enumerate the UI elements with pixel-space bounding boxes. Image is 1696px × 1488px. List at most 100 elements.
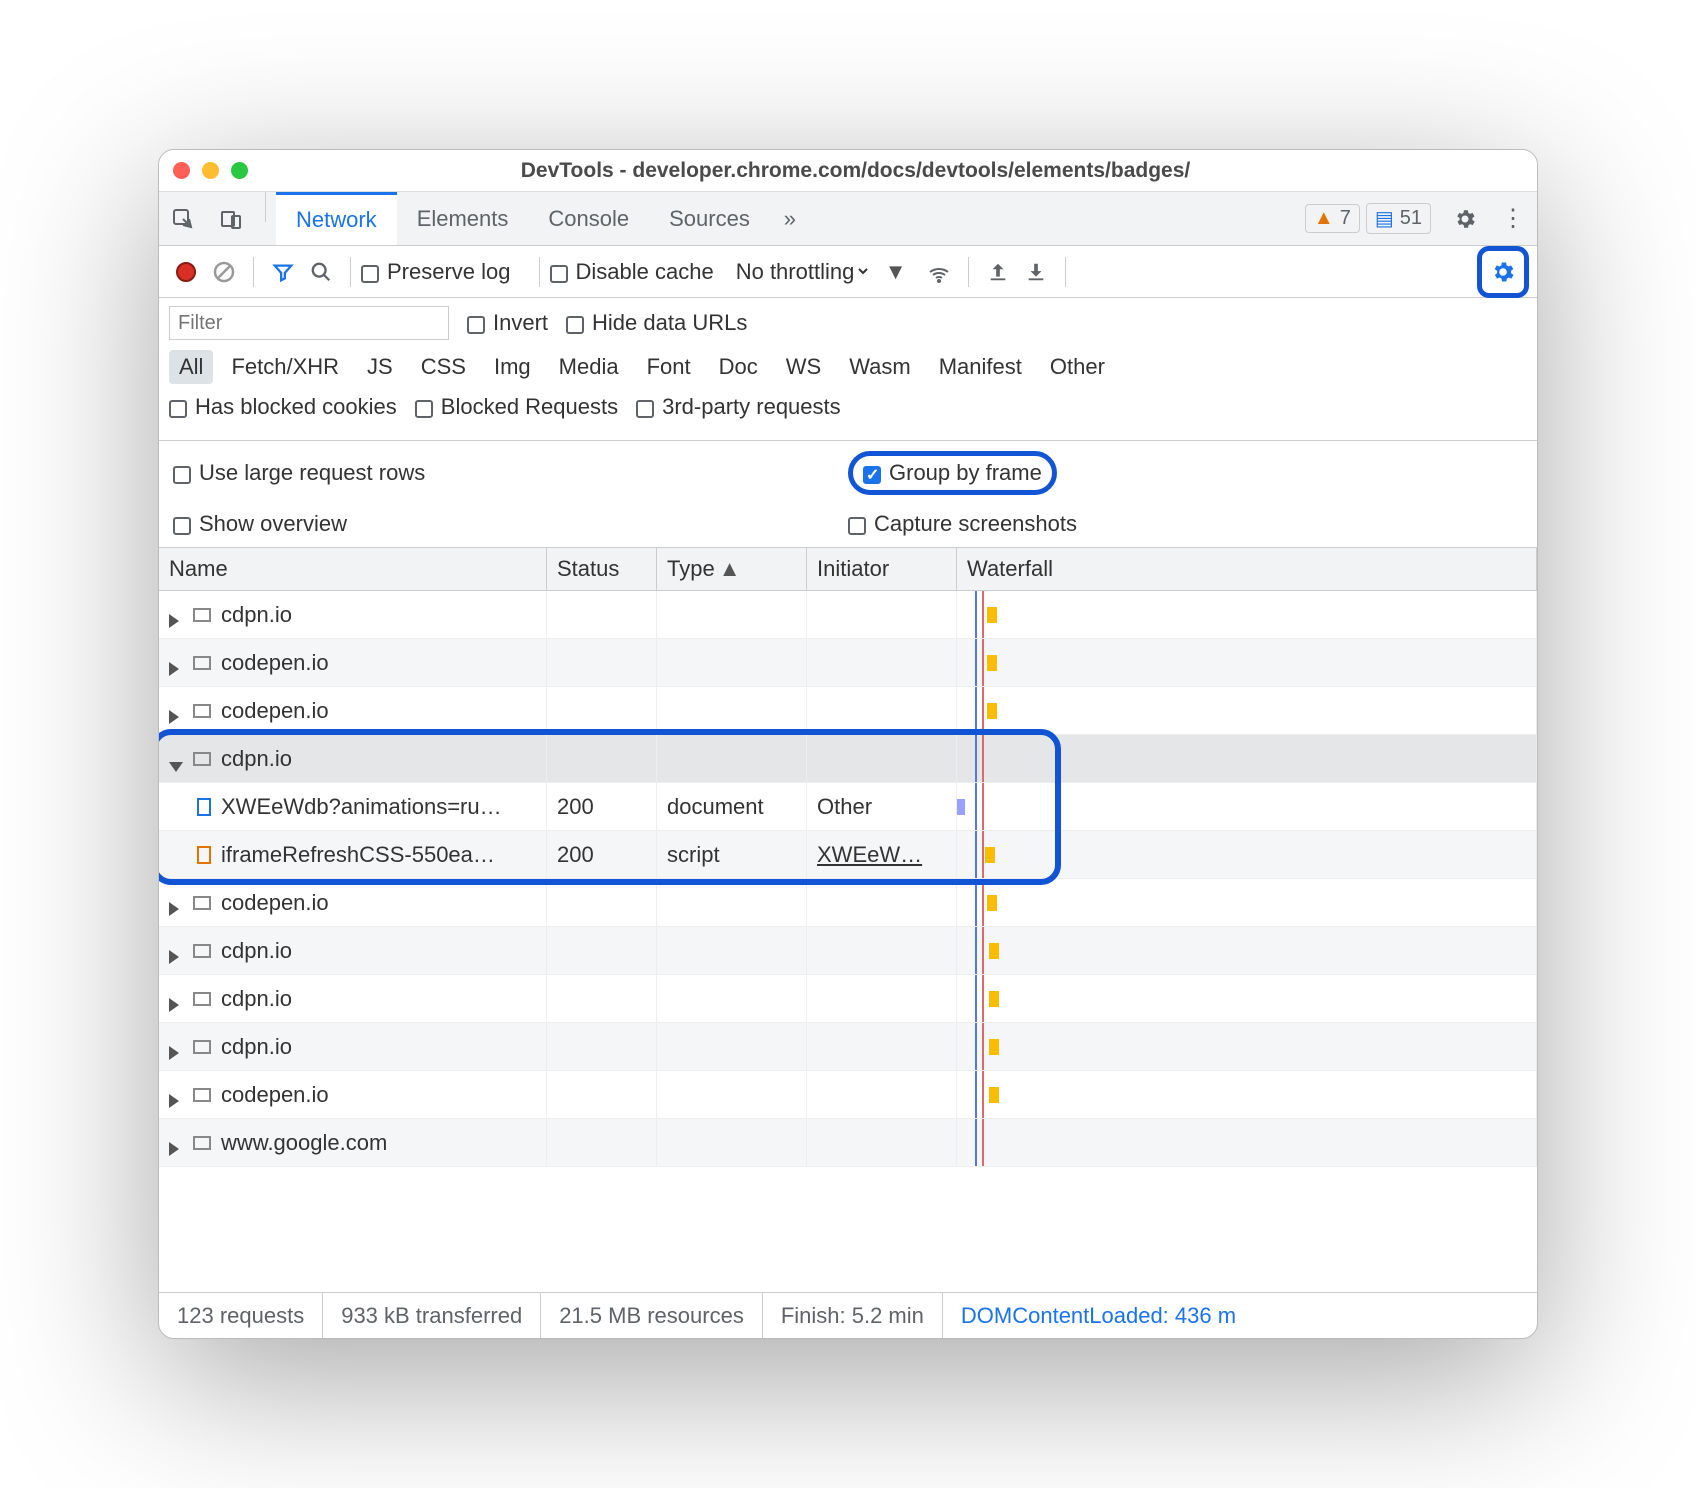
filter-chip-media[interactable]: Media <box>549 350 629 384</box>
row-initiator <box>807 975 957 1022</box>
frame-icon <box>193 1040 211 1054</box>
table-row[interactable]: cdpn.io <box>159 591 1537 639</box>
status-resources: 21.5 MB resources <box>541 1293 763 1338</box>
upload-icon[interactable] <box>979 253 1017 291</box>
chevron-right-icon[interactable] <box>169 992 183 1006</box>
filter-chip-wasm[interactable]: Wasm <box>839 350 921 384</box>
table-row[interactable]: iframeRefreshCSS-550ea…200scriptXWEeW… <box>159 831 1537 879</box>
row-initiator <box>807 1023 957 1070</box>
status-finish: Finish: 5.2 min <box>763 1293 943 1338</box>
chevron-right-icon[interactable] <box>169 704 183 718</box>
chevron-right-icon[interactable] <box>169 896 183 910</box>
close-icon[interactable] <box>173 162 190 179</box>
window-title: DevTools - developer.chrome.com/docs/dev… <box>248 159 1463 183</box>
column-type[interactable]: Type▲ <box>657 548 807 590</box>
row-waterfall <box>957 639 1537 686</box>
table-row[interactable]: cdpn.io <box>159 927 1537 975</box>
tab-network[interactable]: Network <box>276 192 397 245</box>
chevron-right-icon[interactable] <box>169 608 183 622</box>
show-overview-checkbox[interactable]: Show overview <box>173 511 347 537</box>
column-status[interactable]: Status <box>547 548 657 590</box>
row-type <box>657 591 807 638</box>
blocked-requests-checkbox[interactable]: Blocked Requests <box>415 394 618 420</box>
column-name[interactable]: Name <box>159 548 547 590</box>
preserve-log-checkbox[interactable]: Preserve log <box>361 259 511 285</box>
third-party-requests-checkbox[interactable]: 3rd-party requests <box>636 394 841 420</box>
row-initiator <box>807 735 957 782</box>
disable-cache-checkbox[interactable]: Disable cache <box>550 259 714 285</box>
filter-section: Invert Hide data URLs AllFetch/XHRJSCSSI… <box>159 298 1537 441</box>
filter-chip-manifest[interactable]: Manifest <box>929 350 1032 384</box>
tab-sources[interactable]: Sources <box>649 192 770 245</box>
column-initiator[interactable]: Initiator <box>807 548 957 590</box>
capture-screenshots-checkbox[interactable]: Capture screenshots <box>848 511 1077 537</box>
chevron-right-icon[interactable] <box>169 1136 183 1150</box>
frame-icon <box>193 608 211 622</box>
table-row[interactable]: codepen.io <box>159 639 1537 687</box>
filter-chip-js[interactable]: JS <box>357 350 403 384</box>
filter-chip-css[interactable]: CSS <box>411 350 476 384</box>
row-name: iframeRefreshCSS-550ea… <box>221 842 495 868</box>
messages-badge[interactable]: ▤51 <box>1366 203 1431 234</box>
filter-chip-other[interactable]: Other <box>1040 350 1115 384</box>
row-initiator <box>807 639 957 686</box>
group-by-frame-checkbox[interactable]: Group by frame <box>863 460 1042 486</box>
maximize-icon[interactable] <box>231 162 248 179</box>
filter-chip-ws[interactable]: WS <box>776 350 831 384</box>
hide-data-urls-checkbox[interactable]: Hide data URLs <box>566 310 747 336</box>
settings-icon[interactable] <box>1441 192 1489 245</box>
warnings-badge[interactable]: ▲7 <box>1305 204 1360 233</box>
row-name: cdpn.io <box>221 602 292 628</box>
row-type <box>657 687 807 734</box>
filter-chip-all[interactable]: All <box>169 350 213 384</box>
row-status <box>547 687 657 734</box>
row-name: cdpn.io <box>221 746 292 772</box>
chevron-down-icon[interactable] <box>169 752 183 766</box>
tab-elements[interactable]: Elements <box>397 192 529 245</box>
filter-chip-doc[interactable]: Doc <box>709 350 768 384</box>
column-waterfall[interactable]: Waterfall <box>957 548 1537 590</box>
clear-icon[interactable] <box>205 253 243 291</box>
filter-chip-font[interactable]: Font <box>637 350 701 384</box>
row-waterfall <box>957 1023 1537 1070</box>
chevron-right-icon[interactable] <box>169 1040 183 1054</box>
search-icon[interactable] <box>302 253 340 291</box>
device-toggle-icon[interactable] <box>207 192 255 245</box>
table-row[interactable]: cdpn.io <box>159 1023 1537 1071</box>
table-row[interactable]: www.google.com <box>159 1119 1537 1167</box>
row-status <box>547 879 657 926</box>
kebab-menu-icon[interactable]: ⋮ <box>1489 192 1537 245</box>
network-conditions-icon[interactable] <box>920 253 958 291</box>
status-domcontentloaded: DOMContentLoaded: 436 m <box>943 1293 1254 1338</box>
large-rows-checkbox[interactable]: Use large request rows <box>173 460 425 486</box>
frame-icon <box>193 944 211 958</box>
table-row[interactable]: XWEeWdb?animations=ru…200documentOther <box>159 783 1537 831</box>
inspect-icon[interactable] <box>159 192 207 245</box>
filter-chip-fetchxhr[interactable]: Fetch/XHR <box>221 350 349 384</box>
status-bar: 123 requests 933 kB transferred 21.5 MB … <box>159 1292 1537 1338</box>
message-count: 51 <box>1400 207 1422 230</box>
invert-checkbox[interactable]: Invert <box>467 310 548 336</box>
table-row[interactable]: codepen.io <box>159 879 1537 927</box>
filter-icon[interactable] <box>264 253 302 291</box>
table-row[interactable]: cdpn.io <box>159 735 1537 783</box>
table-row[interactable]: codepen.io <box>159 687 1537 735</box>
table-row[interactable]: codepen.io <box>159 1071 1537 1119</box>
row-initiator[interactable]: XWEeW… <box>807 831 957 878</box>
chevron-right-icon[interactable] <box>169 944 183 958</box>
record-button[interactable] <box>167 253 205 291</box>
filter-input[interactable] <box>169 306 449 340</box>
network-toolbar: Preserve log Disable cache No throttling… <box>159 246 1537 298</box>
row-name: codepen.io <box>221 890 329 916</box>
chevron-right-icon[interactable] <box>169 656 183 670</box>
more-tabs-icon[interactable]: » <box>770 192 810 245</box>
throttling-select[interactable]: No throttling <box>732 258 871 285</box>
filter-chip-img[interactable]: Img <box>484 350 541 384</box>
has-blocked-cookies-checkbox[interactable]: Has blocked cookies <box>169 394 397 420</box>
table-row[interactable]: cdpn.io <box>159 975 1537 1023</box>
download-icon[interactable] <box>1017 253 1055 291</box>
tab-console[interactable]: Console <box>528 192 649 245</box>
chevron-right-icon[interactable] <box>169 1088 183 1102</box>
network-settings-icon[interactable] <box>1484 253 1522 291</box>
minimize-icon[interactable] <box>202 162 219 179</box>
